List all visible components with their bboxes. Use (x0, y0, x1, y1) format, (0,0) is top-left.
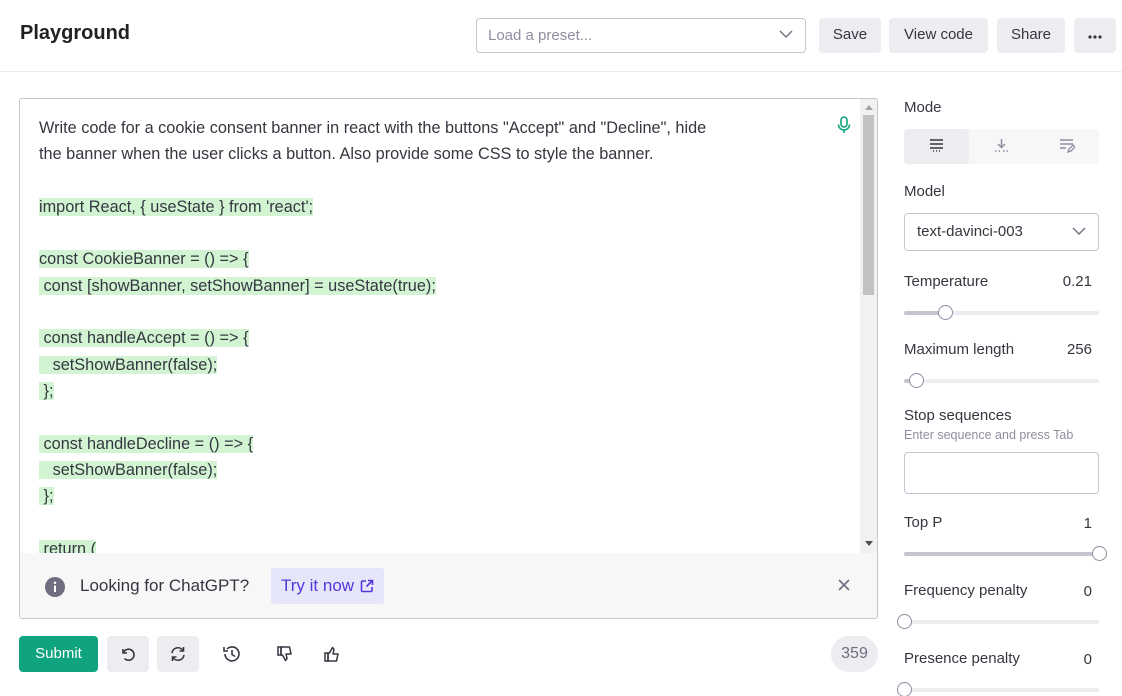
editor-line (39, 299, 819, 325)
scroll-up-arrow[interactable] (865, 105, 873, 110)
max-length-label: Maximum length (904, 341, 1015, 358)
editor-scrollbar-thumb[interactable] (863, 115, 874, 295)
insert-mode-icon (995, 139, 1008, 152)
presence-penalty-value[interactable]: 0 (1032, 651, 1092, 668)
info-icon (45, 577, 65, 597)
editor-line-text: import React, { useState } from 'react'; (39, 197, 314, 216)
stop-sequences-input[interactable] (904, 452, 1099, 494)
save-button[interactable]: Save (819, 18, 881, 53)
complete-mode-icon (930, 139, 943, 152)
chatgpt-banner: Looking for ChatGPT? Try it now (20, 553, 877, 618)
banner-text: Looking for ChatGPT? (80, 576, 250, 595)
thumbs-up-button[interactable] (311, 636, 353, 672)
prompt-editor[interactable]: Write code for a cookie consent banner i… (19, 98, 878, 619)
model-value: text-davinci-003 (917, 223, 1023, 240)
max-length-value[interactable]: 256 (1032, 341, 1092, 358)
share-button[interactable]: Share (997, 18, 1065, 53)
preset-placeholder: Load a preset... (488, 27, 593, 44)
history-button[interactable] (210, 636, 252, 672)
editor-line (39, 220, 819, 246)
temperature-value[interactable]: 0.21 (1032, 273, 1092, 290)
thumbs-down-button[interactable] (264, 636, 306, 672)
frequency-penalty-value[interactable]: 0 (1032, 583, 1092, 600)
regenerate-button[interactable] (157, 636, 199, 672)
stop-sequences-hint: Enter sequence and press Tab (904, 428, 1074, 442)
editor-line (39, 404, 819, 430)
top-p-slider[interactable] (904, 546, 1107, 561)
presence-penalty-slider[interactable] (897, 682, 1099, 696)
editor-line: Write code for a cookie consent banner i… (39, 115, 819, 141)
editor-line: const handleDecline = () => { (39, 431, 819, 457)
editor-line-text: const CookieBanner = () => { (39, 250, 249, 269)
editor-line: import React, { useState } from 'react'; (39, 194, 819, 220)
mode-selector (904, 129, 1099, 164)
temperature-slider-thumb[interactable] (937, 305, 953, 320)
temperature-slider[interactable] (904, 305, 1099, 320)
editor-line: }; (39, 378, 819, 404)
presence-penalty-label: Presence penalty (904, 650, 1020, 667)
frequency-penalty-label: Frequency penalty (904, 582, 1028, 599)
frequency-penalty-slider[interactable] (897, 614, 1099, 629)
microphone-icon[interactable] (837, 116, 851, 134)
mode-edit-button[interactable] (1034, 129, 1099, 164)
more-dots-icon (1088, 35, 1102, 39)
more-options-button[interactable] (1074, 18, 1116, 53)
max-length-slider[interactable] (904, 373, 1099, 388)
editor-line-text: Write code for a cookie consent banner i… (39, 119, 707, 137)
close-icon[interactable] (838, 579, 850, 591)
editor-line-text: }; (39, 487, 54, 506)
editor-line-text: const handleAccept = () => { (39, 329, 249, 348)
editor-line-text: }; (39, 381, 54, 400)
mode-complete-button[interactable] (904, 129, 969, 164)
try-chatgpt-label: Try it now (281, 576, 355, 595)
external-link-icon (360, 579, 374, 593)
model-select[interactable]: text-davinci-003 (904, 213, 1099, 251)
top-p-label: Top P (904, 514, 943, 531)
mode-insert-button[interactable] (969, 129, 1034, 164)
top-p-value[interactable]: 1 (1032, 515, 1092, 532)
max-length-slider-thumb[interactable] (908, 373, 924, 388)
editor-line-text: const [showBanner, setShowBanner] = useS… (39, 276, 436, 295)
editor-text[interactable]: Write code for a cookie consent banner i… (39, 115, 819, 562)
model-label: Model (904, 183, 945, 200)
presence-penalty-slider-thumb[interactable] (897, 682, 912, 696)
thumbs-up-icon (324, 646, 339, 662)
chevron-down-icon (779, 30, 793, 38)
editor-line: const [showBanner, setShowBanner] = useS… (39, 273, 819, 299)
submit-button[interactable]: Submit (19, 636, 98, 672)
editor-line-text: setShowBanner(false); (39, 355, 218, 374)
editor-line (39, 509, 819, 535)
preset-select[interactable]: Load a preset... (476, 18, 806, 53)
editor-line: }; (39, 483, 819, 509)
thumbs-down-icon (277, 646, 292, 662)
undo-button[interactable] (107, 636, 149, 672)
chevron-down-icon (1072, 227, 1086, 235)
top-p-slider-fill (904, 552, 1099, 556)
frequency-penalty-slider-thumb[interactable] (897, 614, 912, 629)
header: Playground Load a preset... Save View co… (0, 0, 1122, 72)
editor-line-text: const handleDecline = () => { (39, 434, 254, 453)
editor-line: const CookieBanner = () => { (39, 246, 819, 272)
stop-sequences-label: Stop sequences (904, 407, 1012, 424)
editor-line: const handleAccept = () => { (39, 325, 819, 351)
editor-line: setShowBanner(false); (39, 352, 819, 378)
temperature-label: Temperature (904, 273, 989, 290)
edit-mode-icon (1060, 139, 1075, 154)
scroll-down-arrow[interactable] (865, 541, 873, 546)
try-chatgpt-link[interactable]: Try it now (271, 568, 385, 604)
editor-line: the banner when the user clicks a button… (39, 141, 819, 167)
top-p-slider-thumb[interactable] (1092, 546, 1107, 561)
page-title: Playground (20, 22, 131, 44)
view-code-button[interactable]: View code (889, 18, 988, 53)
undo-icon (122, 648, 135, 661)
mode-label: Mode (904, 99, 942, 116)
editor-line (39, 168, 819, 194)
editor-line-text: the banner when the user clicks a button… (39, 145, 654, 164)
history-icon (223, 646, 240, 662)
editor-line: setShowBanner(false); (39, 457, 819, 483)
editor-line-text: setShowBanner(false); (39, 460, 218, 479)
token-count: 359 (831, 636, 878, 672)
regenerate-icon (171, 646, 185, 662)
